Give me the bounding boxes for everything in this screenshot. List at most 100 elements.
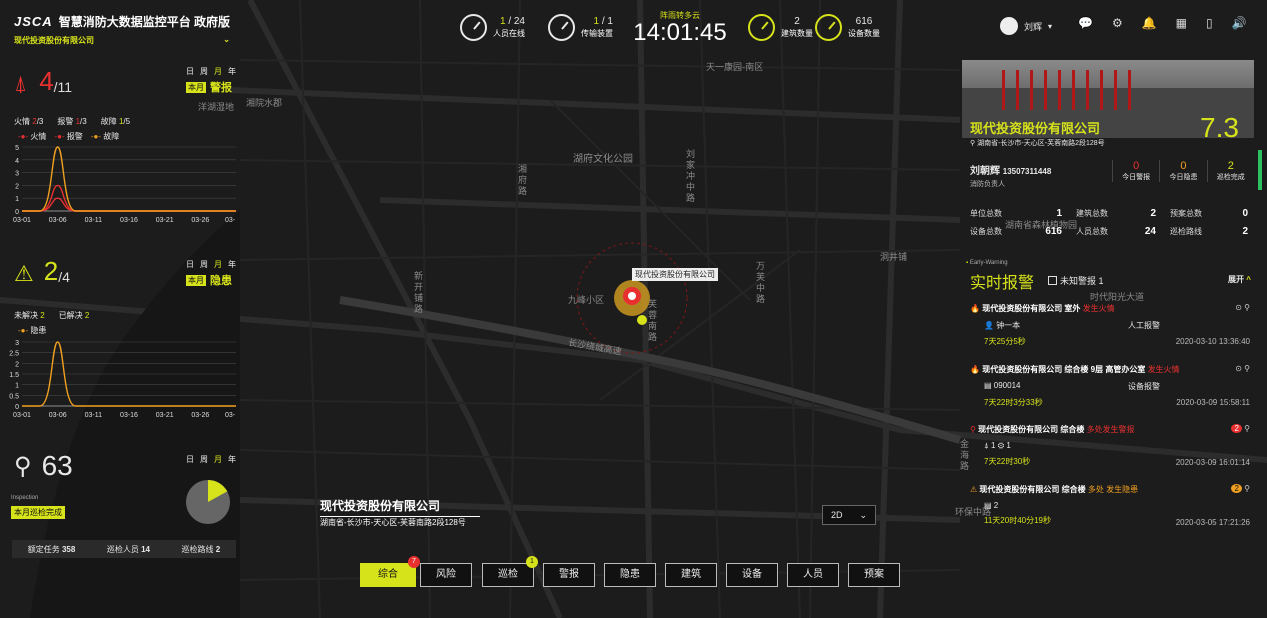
tab-day[interactable]: 日: [186, 66, 194, 77]
map-label-yanghu: 洋湖湿地: [198, 103, 235, 113]
nav-button-3[interactable]: 警报: [543, 563, 595, 587]
hazard-total-count: /4: [58, 269, 70, 285]
chevron-down-icon: ⌄: [859, 510, 867, 520]
map-marker-label[interactable]: 现代投资股份有限公司: [632, 268, 718, 281]
y-tick-label: 2: [15, 361, 19, 368]
inspection-period-tabs: 日 周 月 年: [186, 454, 236, 465]
gauge-icon: [548, 14, 575, 41]
nav-button-2[interactable]: 巡检 1: [482, 556, 538, 587]
inspection-value: 63: [41, 450, 73, 481]
hazard-period-tabs: 日 周 月 年: [186, 259, 236, 270]
unknown-alarm-toggle[interactable]: 未知警报 1: [1048, 274, 1104, 287]
event-item[interactable]: ⚲ 现代投资股份有限公司 综合楼 多处发生警报 2 ⚲ ⍋ 1 ⚙ 1 7天22时…: [970, 424, 1250, 467]
location-pin-icon: ⚲: [970, 140, 976, 147]
tab-month[interactable]: 月: [214, 66, 222, 77]
y-tick-label: 0: [15, 209, 19, 216]
scrollbar[interactable]: [1258, 150, 1262, 190]
tab-year[interactable]: 年: [228, 66, 236, 77]
expand-button[interactable]: 展开 ^: [1228, 274, 1251, 285]
y-tick-label: 0.5: [9, 393, 19, 400]
clock-time: 14:01:45: [633, 19, 727, 46]
map-label-xinkaipu: 新开铺路: [414, 272, 424, 315]
realtime-en: ▪ Early-Warning: [966, 260, 1008, 266]
nav-button-0[interactable]: 综合 7: [360, 556, 420, 587]
stat-buildings-total: 建筑总数 2: [1076, 208, 1156, 219]
map-label-jinhai: 金海路: [960, 440, 970, 472]
tab-day[interactable]: 日: [186, 454, 194, 465]
event-item[interactable]: 🔥 现代投资股份有限公司 综合楼 9层 高管办公室 发生火情 ⊙ ⚲ ▤ 0900…: [970, 364, 1250, 408]
volume-icon[interactable]: 🔊: [1232, 16, 1247, 30]
bell-icon[interactable]: 🔔: [1142, 16, 1157, 30]
period-badge: 本月: [186, 274, 206, 286]
siren-icon: ⍋: [14, 71, 28, 96]
x-tick-label: 03-06: [49, 412, 67, 419]
stat-plans: 预案总数 0: [1170, 208, 1248, 219]
fault-icon: ⚙ 1: [997, 441, 1011, 450]
footer-routes: 巡检路线 2: [181, 544, 221, 554]
nav-button-1[interactable]: 风险: [420, 563, 472, 587]
inspection-total: ⚲ 63: [14, 450, 73, 482]
phone-icon[interactable]: ▯: [1206, 16, 1213, 30]
x-tick-label: 03-21: [156, 217, 174, 224]
view-mode-select[interactable]: 2D ⌄: [822, 505, 876, 525]
warning-icon: ⚠: [14, 261, 34, 286]
gear-icon[interactable]: ⚙: [1112, 16, 1123, 30]
y-tick-label: 5: [15, 145, 19, 152]
tab-year[interactable]: 年: [228, 259, 236, 270]
map-label-park: 湖府文化公园: [573, 154, 633, 165]
tab-week[interactable]: 周: [200, 259, 208, 270]
nav-button-label: 建筑: [681, 569, 701, 580]
checkbox[interactable]: [1048, 276, 1057, 285]
nav-button-label: 巡检: [498, 569, 518, 580]
footer-staff: 巡检人员 14: [106, 544, 150, 554]
nav-button-label: 预案: [864, 569, 884, 580]
stat-routes: 巡检路线 2: [1170, 226, 1248, 237]
alarm-stat-fault: 故障 1/5: [100, 117, 131, 126]
gauge-icon: [815, 14, 842, 41]
nav-button-4[interactable]: 隐患: [604, 563, 656, 587]
chat-icon[interactable]: 💬: [1078, 16, 1093, 30]
company-selector[interactable]: 现代投资股份有限公司 ⌄: [14, 35, 230, 46]
grid-icon[interactable]: ▦: [1176, 16, 1187, 30]
inspection-label: 本月巡检完成: [11, 506, 65, 519]
alarm-stat-fire: 火情 2/3: [14, 117, 44, 126]
nav-button-6[interactable]: 设备: [726, 563, 778, 587]
company-kpis: 0 今日警报 0 今日隐患 2 巡检完成: [1112, 160, 1254, 182]
kpi-hazards: 0 今日隐患: [1159, 160, 1206, 182]
hazard-total: ⚠ 2 /4: [14, 256, 70, 287]
tab-week[interactable]: 周: [200, 66, 208, 77]
hazard-chart: 0 0.5 1 1.5 2 2.5 3 03-01 03-06 03-11 03-16 03-21 03…: [9, 340, 236, 419]
inspection-label-en: Inspection: [11, 495, 39, 501]
tab-year[interactable]: 年: [228, 454, 236, 465]
alarm-chart: 0 1 2 3 4 5 03-01 03-06 03-11 03-16 03-21 03-26 03-: [13, 145, 236, 224]
map-info-address: 湖南省-长沙市-天心区-芙蓉南路2段128号: [320, 518, 466, 527]
nav-button-8[interactable]: 预案: [848, 563, 900, 587]
kpi-inspections: 2 巡检完成: [1206, 160, 1254, 182]
event-item[interactable]: 🔥 现代投资股份有限公司 室外 发生火情 ⊙ ⚲ 👤 钟一本 人工报警 7天25分5…: [970, 303, 1250, 347]
nav-button-5[interactable]: 建筑: [665, 563, 717, 587]
tab-day[interactable]: 日: [186, 259, 194, 270]
person-icon: 👤 钟一本: [984, 321, 1021, 330]
alarm-period-tabs: 日 周 月 年: [186, 66, 236, 77]
alarm-total: ⍋ 4 /11: [14, 66, 72, 97]
nav-button-7[interactable]: 人员: [787, 563, 839, 587]
user-menu[interactable]: 刘辉 ▾: [1000, 17, 1052, 35]
app-title: 智慧消防大数据监控平台 政府版: [58, 15, 231, 29]
event-item[interactable]: ⚠ 现代投资股份有限公司 综合楼 多处 发生隐患 2 ⚲ ▤ 2 11天20时40…: [970, 484, 1250, 527]
tab-week[interactable]: 周: [200, 454, 208, 465]
x-tick-label: 03-16: [120, 217, 138, 224]
app-header: JSCA 智慧消防大数据监控平台 政府版: [14, 13, 230, 30]
x-tick-label: 03-06: [49, 217, 67, 224]
y-tick-label: 2: [15, 183, 19, 190]
kpi-alarms: 0 今日警报: [1112, 160, 1159, 182]
legend-fire: -●- 火情: [18, 132, 47, 141]
map-label-wanfu: 万芙中路: [756, 262, 766, 305]
stat-personnel: 1 / 24 人员在线: [460, 14, 525, 41]
tab-month[interactable]: 月: [214, 454, 222, 465]
caret-down-icon: ▾: [1048, 21, 1053, 31]
company-selector-value: 现代投资股份有限公司: [14, 36, 94, 45]
tab-month[interactable]: 月: [214, 259, 222, 270]
series-line: [22, 197, 236, 212]
x-tick-label: 03-16: [120, 412, 138, 419]
y-tick-label: 1.5: [9, 372, 19, 379]
